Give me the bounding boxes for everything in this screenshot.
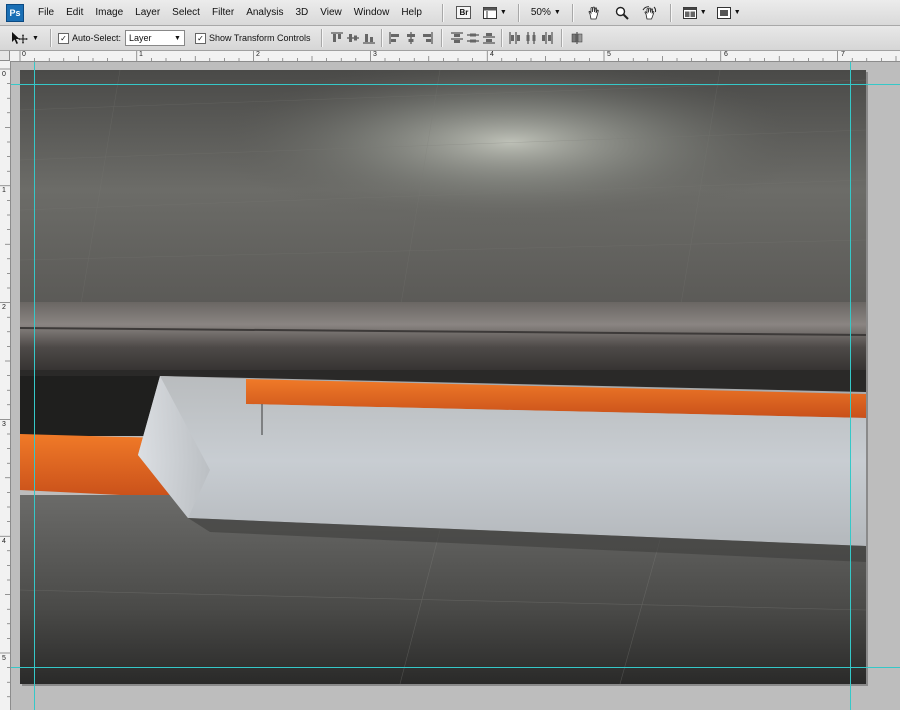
align-top-edges-icon[interactable] (330, 32, 343, 44)
distribute-bottom-edges-icon[interactable] (482, 32, 495, 44)
chevron-down-icon: ▼ (174, 34, 181, 42)
distribute-top-edges-icon[interactable] (450, 32, 463, 44)
ruler-label: 3 (2, 421, 6, 428)
separator (49, 29, 52, 47)
menu-window[interactable]: Window (348, 0, 396, 25)
vertical-guide[interactable] (34, 62, 35, 710)
menu-edit[interactable]: Edit (60, 0, 89, 25)
align-left-edges-icon[interactable] (389, 32, 401, 44)
zoom-tool-button[interactable] (610, 3, 634, 23)
menu-view[interactable]: View (314, 0, 348, 25)
auto-select-label: Auto-Select: (71, 33, 121, 43)
chevron-down-icon: ▼ (733, 9, 741, 16)
hand-tool-button[interactable] (582, 3, 606, 23)
bridge-icon: Br (456, 6, 472, 19)
ruler-origin[interactable] (0, 51, 10, 61)
distribute-group (449, 29, 555, 47)
chevron-down-icon: ▼ (32, 34, 39, 42)
rotate-view-tool-button[interactable] (638, 3, 662, 23)
menu-3d[interactable]: 3D (289, 0, 314, 25)
distribute-left-edges-icon[interactable] (509, 32, 521, 44)
horizontal-guide[interactable] (11, 667, 900, 668)
distribute-vertical-centers-icon[interactable] (466, 32, 479, 44)
zoom-level-value: 50% (530, 7, 551, 18)
vertical-ruler[interactable]: 0 1 2 3 4 5 (0, 61, 11, 710)
ruler-label: 6 (724, 51, 728, 58)
rotate-view-hand-icon (642, 5, 657, 19)
distribute-horizontal-centers-icon[interactable] (525, 32, 537, 44)
horizontal-ruler-ticks (19, 51, 897, 61)
ruler-label: 0 (22, 51, 26, 58)
ruler-label: 0 (2, 71, 6, 78)
ruler-label: 4 (2, 538, 6, 545)
ruler-label: 1 (2, 187, 6, 194)
align-group (329, 29, 435, 47)
menu-bar: Ps File Edit Image Layer Select Filter A… (0, 0, 900, 26)
hand-icon (588, 6, 599, 19)
separator (320, 29, 323, 47)
separator (440, 29, 443, 47)
show-transform-controls-checkbox[interactable]: ✓ (194, 32, 206, 44)
menu-select[interactable]: Select (166, 0, 206, 25)
ruler-label: 3 (373, 51, 377, 58)
ruler-label: 1 (139, 51, 143, 58)
chevron-down-icon: ▼ (699, 9, 707, 16)
separator (560, 29, 563, 47)
chevron-down-icon: ▼ (499, 9, 507, 16)
view-extras-button[interactable]: ▼ (480, 3, 510, 23)
horizontal-guide[interactable] (11, 84, 900, 85)
separator (441, 3, 444, 22)
chevron-down-icon: ▼ (553, 9, 561, 16)
arrange-documents-button[interactable]: ▼ (680, 3, 710, 23)
auto-align-layers-icon[interactable] (571, 32, 583, 44)
auto-select-dropdown[interactable]: Layer ▼ (124, 30, 185, 46)
menu-analysis[interactable]: Analysis (240, 0, 289, 25)
screen-mode-button[interactable]: ▼ (714, 3, 744, 23)
ruler-label: 7 (841, 51, 845, 58)
canvas-area[interactable] (11, 62, 900, 710)
ruler-label: 5 (2, 655, 6, 662)
separator (669, 3, 672, 22)
menu-help[interactable]: Help (395, 0, 428, 25)
application-bar: Br ▼ 50% ▼ ▼ ▼ (436, 0, 746, 25)
launch-bridge-button[interactable]: Br (452, 3, 476, 23)
screen-mode-icon (716, 6, 731, 19)
separator (571, 3, 574, 22)
horizontal-ruler[interactable]: 0 1 2 3 4 5 6 7 (10, 51, 900, 62)
ruler-label: 5 (607, 51, 611, 58)
align-bottom-edges-icon[interactable] (362, 32, 375, 44)
show-transform-controls-label: Show Transform Controls (208, 33, 311, 43)
separator (380, 29, 383, 47)
move-tool-icon (12, 32, 28, 44)
ruler-label: 2 (256, 51, 260, 58)
auto-select-checkbox[interactable]: ✓ (57, 32, 69, 44)
separator (500, 29, 503, 47)
menu-file[interactable]: File (32, 0, 60, 25)
ruler-label: 2 (2, 304, 6, 311)
document-image[interactable] (20, 70, 866, 684)
menu-layer[interactable]: Layer (129, 0, 166, 25)
distribute-right-edges-icon[interactable] (541, 32, 553, 44)
auto-select-value: Layer (128, 33, 152, 43)
align-horizontal-centers-icon[interactable] (405, 32, 417, 44)
align-right-edges-icon[interactable] (421, 32, 433, 44)
vertical-ruler-ticks (0, 68, 10, 698)
view-extras-icon (482, 6, 497, 19)
tool-options-bar: ▼ ✓ Auto-Select: Layer ▼ ✓ Show Transfor… (0, 26, 900, 51)
vertical-guide[interactable] (850, 62, 851, 710)
align-vertical-centers-icon[interactable] (346, 32, 359, 44)
tool-preset-picker[interactable]: ▼ (8, 28, 42, 48)
separator (517, 3, 520, 22)
menu-filter[interactable]: Filter (206, 0, 240, 25)
zoom-level-dropdown[interactable]: 50% ▼ (528, 3, 564, 23)
menu-image[interactable]: Image (89, 0, 129, 25)
arrange-documents-icon (682, 6, 697, 19)
photoshop-logo-icon: Ps (6, 3, 24, 22)
magnifier-icon (615, 6, 629, 20)
ruler-label: 4 (490, 51, 494, 58)
